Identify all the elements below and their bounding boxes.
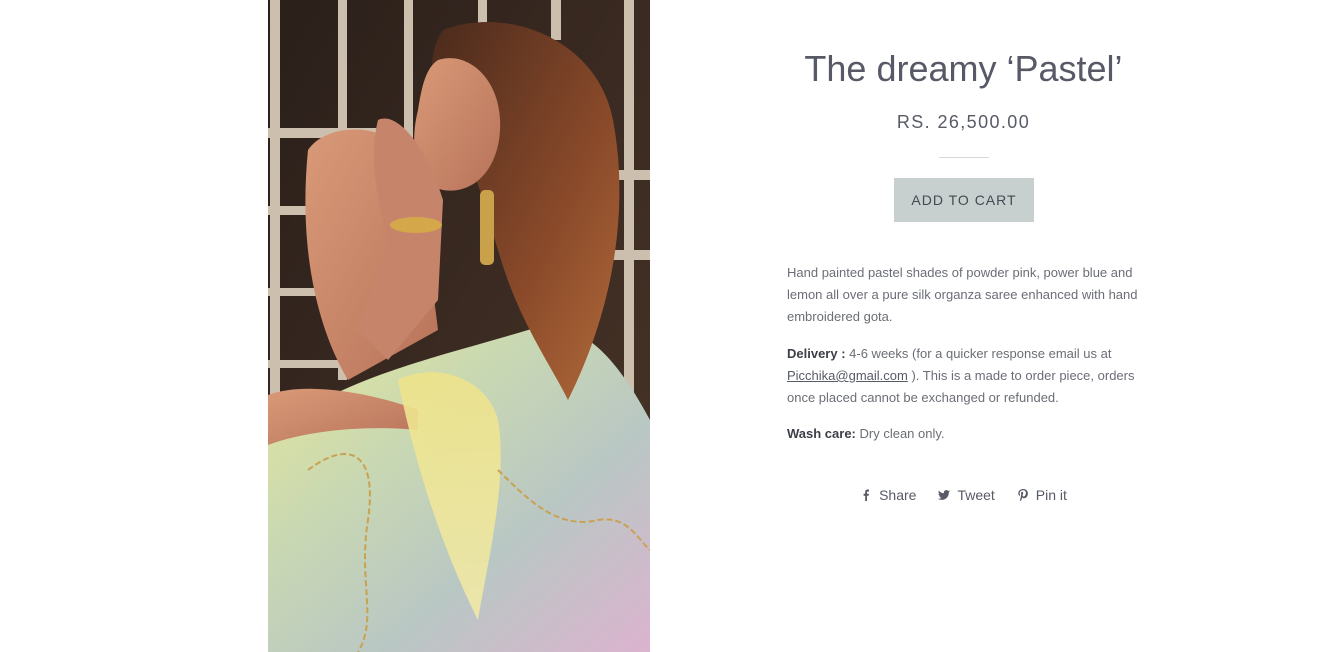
share-pinterest-button[interactable]: Pin it: [1017, 484, 1067, 506]
share-facebook-label: Share: [879, 487, 917, 503]
twitter-icon: [938, 490, 951, 500]
product-price: RS. 26,500.00: [896, 112, 1031, 132]
delivery-text: 4-6 weeks (for a quicker response email …: [845, 346, 1112, 361]
add-to-cart-button[interactable]: ADD TO CART: [894, 178, 1034, 222]
pinterest-icon: [1018, 489, 1028, 501]
delivery-info: Delivery : 4-6 weeks (for a quicker resp…: [787, 343, 1147, 409]
product-photo-illustration: [268, 0, 650, 652]
facebook-icon: [863, 489, 870, 501]
product-title: The dreamy ‘Pastel’: [804, 48, 1123, 89]
product-image[interactable]: [268, 0, 650, 652]
product-description: Hand painted pastel shades of powder pin…: [787, 265, 1138, 324]
delivery-label: Delivery :: [787, 346, 846, 361]
share-pinterest-label: Pin it: [1035, 487, 1067, 503]
wash-care-text: Dry clean only.: [855, 426, 945, 441]
divider: [939, 157, 989, 158]
email-link[interactable]: Picchika@gmail.com: [787, 368, 908, 383]
wash-care-label: Wash care:: [787, 426, 856, 441]
wash-care-info: Wash care: Dry clean only.: [787, 423, 1147, 445]
share-twitter-button[interactable]: Tweet: [938, 484, 995, 506]
share-twitter-label: Tweet: [957, 487, 995, 503]
social-share: Share Tweet Pin it: [700, 484, 1227, 506]
share-facebook-button[interactable]: Share: [860, 484, 916, 506]
